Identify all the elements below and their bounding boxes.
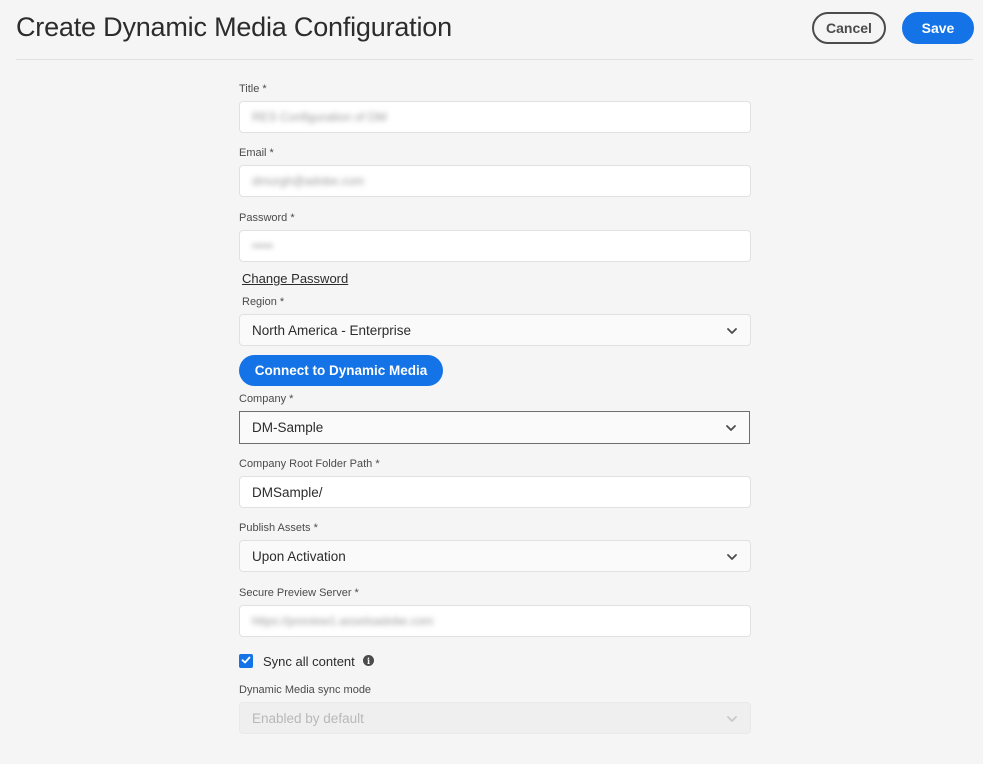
title-input[interactable]: RES Configuration of DM: [239, 101, 751, 133]
info-icon[interactable]: i: [363, 655, 374, 666]
chevron-down-icon: [726, 551, 738, 563]
title-value: RES Configuration of DM: [252, 110, 387, 124]
root-folder-label: Company Root Folder Path *: [239, 458, 380, 470]
chevron-down-icon: [726, 713, 738, 725]
publish-assets-label: Publish Assets *: [239, 522, 318, 534]
page-title: Create Dynamic Media Configuration: [16, 12, 452, 42]
chevron-down-icon: [726, 325, 738, 337]
root-folder-input[interactable]: DMSample/: [239, 476, 751, 508]
publish-assets-value: Upon Activation: [252, 548, 346, 564]
password-label: Password *: [239, 212, 295, 224]
region-select[interactable]: North America - Enterprise: [239, 314, 751, 346]
email-input[interactable]: dmurgh@adobe.com: [239, 165, 751, 197]
checkmark-icon: [241, 652, 251, 670]
chevron-down-icon: [725, 422, 737, 434]
sync-mode-label: Dynamic Media sync mode: [239, 684, 372, 696]
region-value: North America - Enterprise: [252, 322, 412, 338]
company-value: DM-Sample: [252, 420, 324, 435]
password-value: •••••: [252, 239, 274, 253]
change-password-link[interactable]: Change Password: [242, 271, 348, 286]
save-button[interactable]: Save: [902, 12, 974, 44]
sync-mode-select: Enabled by default: [239, 702, 751, 734]
sync-mode-value: Enabled by default: [252, 710, 364, 726]
company-select[interactable]: DM-Sample: [239, 411, 750, 444]
password-input[interactable]: •••••: [239, 230, 751, 262]
company-label: Company *: [239, 393, 294, 405]
cancel-button[interactable]: Cancel: [812, 12, 886, 44]
sync-all-label: Sync all content: [263, 654, 355, 669]
sync-all-checkbox[interactable]: [239, 654, 253, 668]
region-label: Region *: [242, 296, 285, 308]
root-folder-value: DMSample/: [252, 484, 323, 500]
email-value: dmurgh@adobe.com: [252, 174, 365, 188]
connect-to-dynamic-media-button[interactable]: Connect to Dynamic Media: [239, 355, 443, 386]
email-label: Email *: [239, 147, 274, 159]
preview-server-label: Secure Preview Server *: [239, 587, 359, 599]
title-label: Title *: [239, 83, 267, 95]
header-divider: [16, 59, 973, 60]
publish-assets-select[interactable]: Upon Activation: [239, 540, 751, 572]
preview-server-input[interactable]: https://preview1.assetsadobe.com: [239, 605, 751, 637]
preview-server-value: https://preview1.assetsadobe.com: [252, 614, 434, 628]
